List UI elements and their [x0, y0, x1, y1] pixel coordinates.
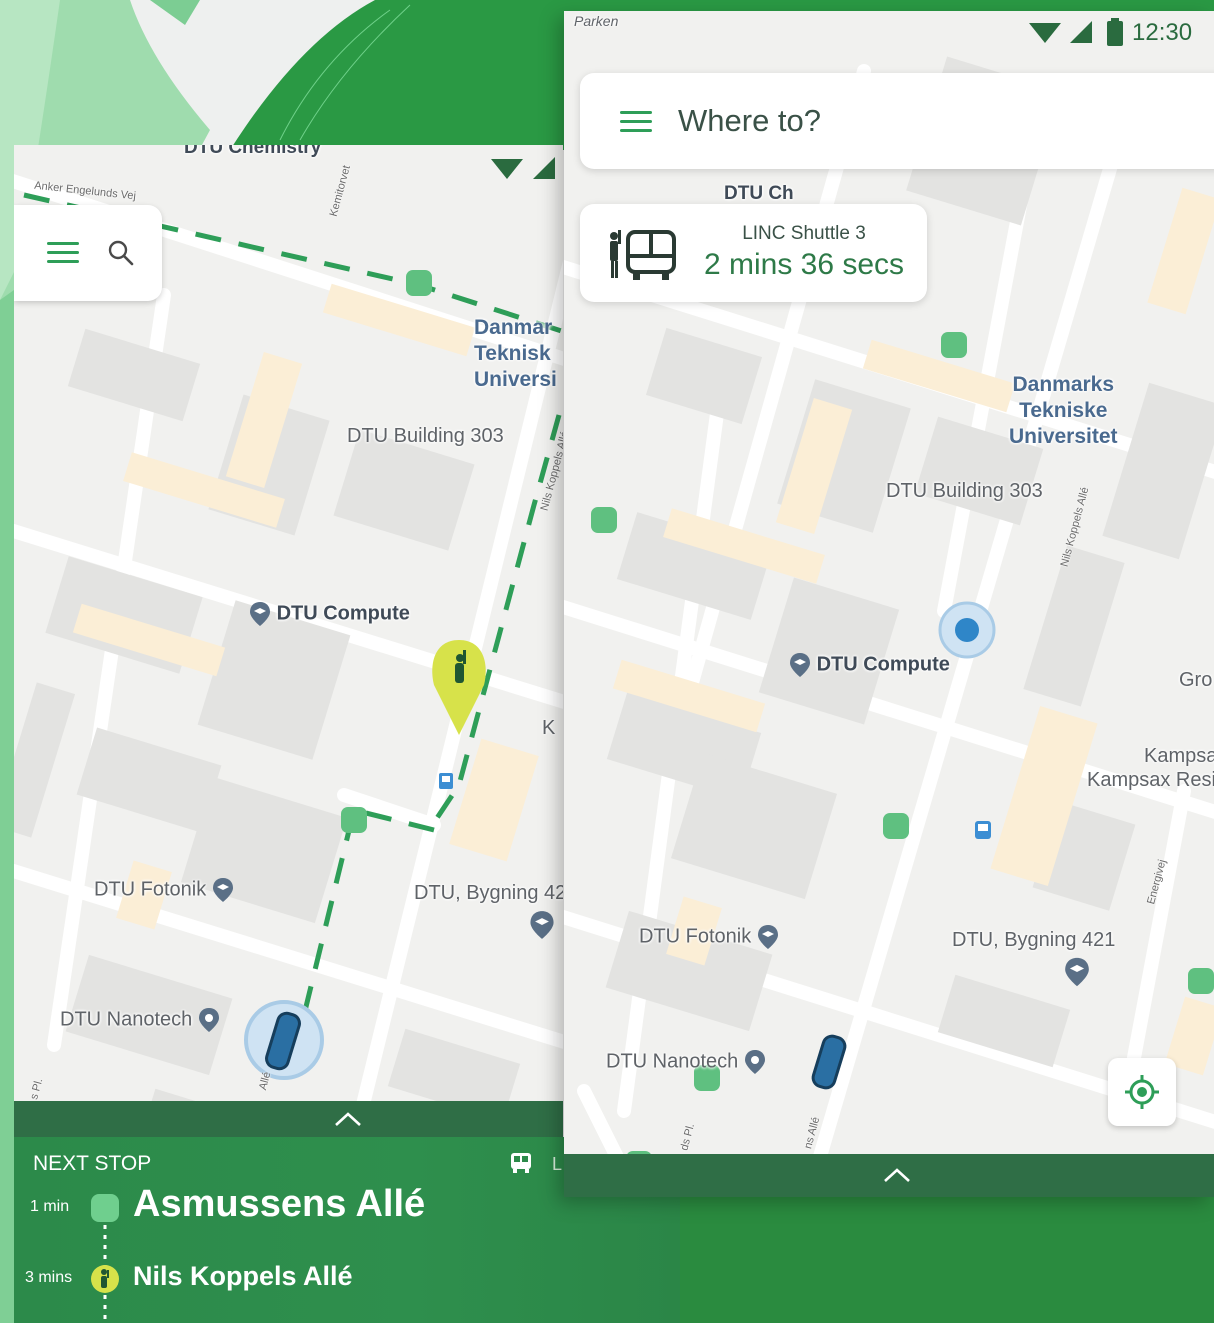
campus-label: Danmar Teknisk Universi [474, 316, 557, 391]
place-pin-icon [198, 1008, 219, 1032]
stop-marker-icon [91, 1194, 119, 1222]
my-location-button[interactable] [1108, 1058, 1176, 1126]
poi-fotonik: DTU Fotonik [94, 877, 234, 903]
battery-icon [1107, 18, 1123, 46]
bus-line-fragment: L [552, 1154, 563, 1174]
person-bus-icon [610, 230, 676, 280]
chevron-up-icon[interactable] [334, 1111, 362, 1127]
bottom-sheet-handle[interactable] [564, 1154, 1214, 1197]
hamburger-icon[interactable] [620, 111, 652, 133]
shuttle-eta: 2 mins 36 secs [703, 248, 905, 281]
right-phone-screen: Parken DTU Ch Danmarks Tekniske Universi… [564, 11, 1214, 1197]
status-bar: 12:30 [1014, 11, 1214, 55]
poi-fragment: DTU Ch [724, 183, 794, 204]
building-label: DTU, Bygning 42 [414, 882, 563, 904]
poi-nanotech: DTU Nanotech [606, 1049, 766, 1075]
place-pin-icon [744, 1050, 765, 1074]
search-icon[interactable] [107, 239, 135, 267]
stop-name[interactable]: Nils Koppels Allé [133, 1261, 353, 1292]
my-location-icon [1125, 1075, 1159, 1109]
building-label: DTU Building 303 [347, 425, 504, 447]
poi-compute: DTU Compute [249, 601, 410, 627]
bus-icon [511, 1153, 531, 1173]
building-label: DTU, Bygning 421 [952, 929, 1116, 951]
poi-fragment: Kampsax Resi [1087, 769, 1214, 791]
map-right[interactable] [564, 11, 1214, 1197]
stop-eta: 3 mins [25, 1269, 73, 1286]
building-label: DTU Building 303 [886, 480, 1043, 502]
poi-nanotech: DTU Nanotech [60, 1007, 220, 1033]
campus-label: Danmarks Tekniske Universitet [1009, 373, 1118, 448]
wifi-icon [1029, 23, 1061, 43]
poi-compute: DTU Compute [789, 652, 950, 678]
bottom-sheet-handle[interactable] [14, 1101, 563, 1137]
poi-fragment: Gro [1179, 669, 1213, 691]
poi-fotonik: DTU Fotonik [639, 924, 779, 950]
school-pin-icon [1065, 957, 1089, 987]
chevron-up-icon[interactable] [883, 1167, 911, 1183]
status-time: 12:30 [1132, 19, 1193, 46]
eta-card[interactable]: LINC Shuttle 3 2 mins 36 secs [580, 204, 927, 302]
next-stop-heading: NEXT STOP [33, 1152, 152, 1175]
waiting-person-icon [91, 1265, 119, 1293]
search-bar[interactable] [14, 205, 162, 301]
school-pin-icon [250, 602, 270, 626]
area-label: Parken [574, 13, 619, 29]
school-pin-icon [530, 911, 554, 939]
school-pin-icon [212, 878, 233, 902]
poi-fragment: K [542, 717, 556, 739]
stop-name[interactable]: Asmussens Allé [133, 1183, 425, 1226]
poi-label: DTU Chemistry [184, 145, 322, 158]
where-to-search[interactable]: Where to? [580, 73, 1214, 169]
school-pin-icon [757, 925, 778, 949]
search-placeholder[interactable]: Where to? [678, 103, 821, 139]
hamburger-icon[interactable] [47, 242, 79, 264]
stop-eta: 1 min [30, 1198, 70, 1215]
shuttle-line: LINC Shuttle 3 [742, 223, 866, 244]
poi-fragment: Kampsa [1144, 745, 1214, 767]
school-pin-icon [790, 653, 810, 677]
status-icons [491, 157, 555, 179]
signal-icon [1070, 21, 1092, 43]
